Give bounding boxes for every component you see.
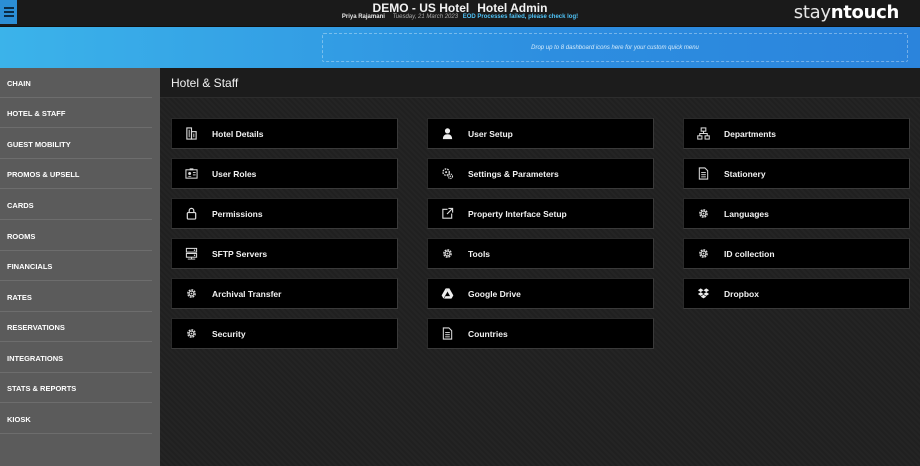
main-content: Hotel & Staff Hotel Details User Roles P…: [160, 68, 920, 466]
tile-sftp-servers[interactable]: SFTP Servers: [171, 238, 398, 269]
external-link-icon: [440, 207, 454, 221]
gear-icon: [184, 327, 198, 341]
tile-stationery[interactable]: Stationery: [683, 158, 910, 189]
top-header: DEMO - US Hotel Hotel Admin Priya Rajaman…: [0, 0, 920, 27]
tile-countries[interactable]: Countries: [427, 318, 654, 349]
quick-menu-bar: Drop up to 8 dashboard icons here for yo…: [0, 27, 920, 68]
gear-icon: [184, 287, 198, 301]
building-icon: [184, 127, 198, 141]
user-icon: [440, 127, 454, 141]
tile-id-collection[interactable]: ID collection: [683, 238, 910, 269]
tile-user-roles[interactable]: User Roles: [171, 158, 398, 189]
tile-archival-transfer[interactable]: Archival Transfer: [171, 278, 398, 309]
brand-logo: stayntouch: [793, 2, 900, 23]
tile-settings-parameters[interactable]: Settings & Parameters: [427, 158, 654, 189]
tile-languages[interactable]: Languages: [683, 198, 910, 229]
sidebar-item-rooms[interactable]: ROOMS: [0, 221, 152, 251]
page-title: Hotel & Staff: [171, 76, 239, 90]
tile-security[interactable]: Security: [171, 318, 398, 349]
sidebar-item-guest-mobility[interactable]: GUEST MOBILITY: [0, 129, 152, 159]
tile-tools[interactable]: Tools: [427, 238, 654, 269]
sidebar-item-stats-reports[interactable]: STATS & REPORTS: [0, 373, 152, 403]
page-title-bar: Hotel & Staff: [160, 68, 920, 98]
tile-property-interface-setup[interactable]: Property Interface Setup: [427, 198, 654, 229]
hotel-name: DEMO - US Hotel: [372, 1, 470, 15]
lock-icon: [184, 207, 198, 221]
business-date: Tuesday, 21 March 2023: [392, 14, 459, 20]
header-subline: Priya Rajamani Tuesday, 21 March 2023 EO…: [0, 14, 920, 20]
sidebar-item-cards[interactable]: CARDS: [0, 190, 152, 220]
gear-icon: [696, 207, 710, 221]
gears-icon: [440, 167, 454, 181]
sidebar-item-rates[interactable]: RATES: [0, 282, 152, 312]
document-icon: [440, 327, 454, 341]
google-drive-icon: [440, 287, 454, 301]
tile-dropbox[interactable]: Dropbox: [683, 278, 910, 309]
server-icon: [184, 247, 198, 261]
app-title: Hotel Admin: [477, 1, 548, 15]
tile-hotel-details[interactable]: Hotel Details: [171, 118, 398, 149]
sidebar-item-hotel-staff[interactable]: HOTEL & STAFF: [0, 98, 164, 128]
sidebar-item-financials[interactable]: FINANCIALS: [0, 251, 152, 281]
gear-icon: [440, 247, 454, 261]
sidebar-item-integrations[interactable]: INTEGRATIONS: [0, 343, 152, 373]
sidebar-item-promos-upsell[interactable]: PROMOS & UPSELL: [0, 159, 152, 189]
tile-permissions[interactable]: Permissions: [171, 198, 398, 229]
gear-icon: [696, 247, 710, 261]
user-name: Priya Rajamani: [341, 14, 385, 20]
quick-menu-dropzone[interactable]: Drop up to 8 dashboard icons here for yo…: [322, 33, 908, 62]
dropzone-text: Drop up to 8 dashboard icons here for yo…: [531, 44, 699, 51]
sidebar-item-reservations[interactable]: RESERVATIONS: [0, 312, 152, 342]
tile-user-setup[interactable]: User Setup: [427, 118, 654, 149]
tile-departments[interactable]: Departments: [683, 118, 910, 149]
eod-alert-link[interactable]: EOD Processes failed, please check log!: [463, 14, 578, 20]
sidebar: CHAIN HOTEL & STAFF GUEST MOBILITY PROMO…: [0, 68, 164, 466]
document-icon: [696, 167, 710, 181]
sidebar-item-chain[interactable]: CHAIN: [0, 68, 152, 98]
sidebar-item-kiosk[interactable]: KIOSK: [0, 404, 152, 434]
dropbox-icon: [696, 287, 710, 301]
org-chart-icon: [696, 127, 710, 141]
id-card-icon: [184, 167, 198, 181]
page-header-title: DEMO - US Hotel Hotel Admin: [0, 1, 920, 15]
tile-google-drive[interactable]: Google Drive: [427, 278, 654, 309]
